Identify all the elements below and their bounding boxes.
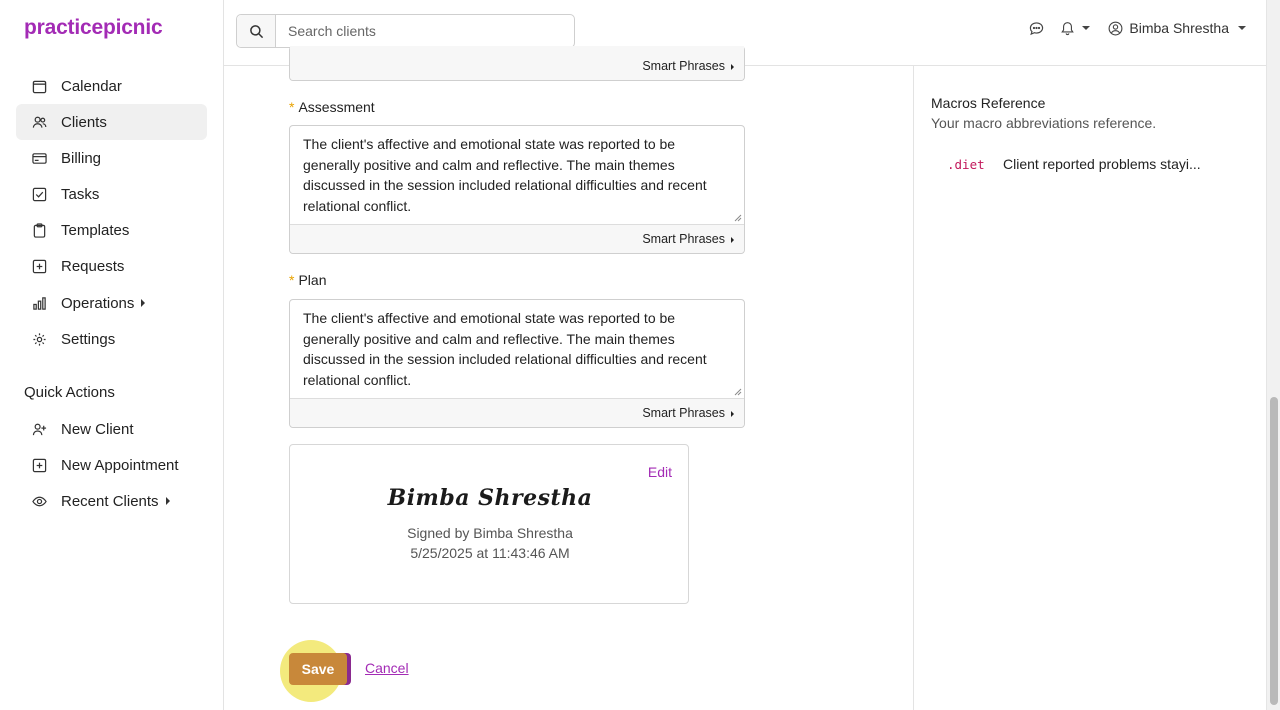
plan-field: The client's affective and emotional sta… xyxy=(289,299,745,428)
quick-action-label: New Client xyxy=(61,420,134,438)
previous-field: Smart Phrases xyxy=(289,46,745,81)
credit-card-icon xyxy=(32,151,47,166)
assessment-label: * Assessment xyxy=(289,99,375,115)
sidebar-item-label: Requests xyxy=(61,258,125,276)
assessment-textarea[interactable]: The client's affective and emotional sta… xyxy=(290,126,744,225)
signature-card: Edit Bimba Shrestha Signed by Bimba Shre… xyxy=(289,444,689,604)
chat-bubble-icon xyxy=(1030,21,1044,35)
signature-edit-link[interactable]: Edit xyxy=(648,464,672,480)
user-menu[interactable]: Bimba Shrestha xyxy=(1108,20,1246,36)
bell-icon xyxy=(1061,21,1075,35)
search-icon xyxy=(249,24,263,38)
note-form: Smart Phrases * Assessment The client's a… xyxy=(224,46,913,710)
sidebar-item-calendar[interactable]: Calendar xyxy=(16,68,207,104)
quick-action-new-client[interactable]: New Client xyxy=(16,411,207,447)
sidebar: practicepicnic Calendar Clients Billing … xyxy=(0,0,224,710)
assessment-field: The client's affective and emotional sta… xyxy=(289,125,745,254)
brand-logo[interactable]: practicepicnic xyxy=(24,16,163,40)
required-marker: * xyxy=(289,272,295,288)
smart-phrases-label: Smart Phrases xyxy=(642,232,725,246)
quick-action-label: Recent Clients xyxy=(61,492,159,510)
resize-grip-icon[interactable] xyxy=(734,214,742,222)
page-scrollbar[interactable] xyxy=(1266,0,1280,710)
smart-phrases-label: Smart Phrases xyxy=(642,59,725,73)
smart-phrases-button[interactable]: Smart Phrases xyxy=(290,225,744,253)
signed-by-text: Signed by Bimba Shrestha xyxy=(407,525,573,541)
caret-right-icon xyxy=(731,64,734,70)
caret-right-icon xyxy=(731,411,734,417)
sidebar-item-billing[interactable]: Billing xyxy=(16,140,207,176)
macros-subtitle: Your macro abbreviations reference. xyxy=(931,115,1157,131)
macros-panel: Macros Reference Your macro abbreviation… xyxy=(913,66,1266,710)
sidebar-item-label: Billing xyxy=(61,149,102,167)
plus-square-icon xyxy=(32,458,47,473)
calendar-icon xyxy=(32,79,47,94)
clipboard-icon xyxy=(32,223,47,238)
users-icon xyxy=(32,115,47,130)
sidebar-item-operations[interactable]: Operations xyxy=(16,285,207,321)
sidebar-item-tasks[interactable]: Tasks xyxy=(16,177,207,213)
smart-phrases-button[interactable]: Smart Phrases xyxy=(290,46,744,80)
bar-chart-icon xyxy=(32,296,47,311)
user-circle-icon xyxy=(1108,21,1123,35)
search-button[interactable] xyxy=(237,15,276,47)
macro-item: .diet Client reported problems stayi... xyxy=(947,156,1201,172)
user-plus-icon xyxy=(32,422,47,437)
plan-textarea[interactable]: The client's affective and emotional sta… xyxy=(290,300,744,399)
search-input[interactable] xyxy=(276,15,574,47)
topbar-actions: Bimba Shrestha xyxy=(1015,20,1246,36)
quick-actions: New Client New Appointment Recent Client… xyxy=(16,411,207,520)
caret-down-icon xyxy=(1238,26,1246,30)
sidebar-item-requests[interactable]: Requests xyxy=(16,249,207,285)
save-button[interactable]: Save xyxy=(289,653,347,685)
scrollbar-thumb[interactable] xyxy=(1270,397,1278,705)
messages-button[interactable] xyxy=(1029,21,1044,36)
eye-icon xyxy=(32,494,47,509)
quick-action-recent-clients[interactable]: Recent Clients xyxy=(16,483,207,519)
sidebar-item-label: Tasks xyxy=(61,186,100,204)
checkbox-icon xyxy=(32,187,47,202)
sidebar-item-label: Settings xyxy=(61,330,116,348)
sidebar-item-label: Clients xyxy=(61,113,107,131)
plus-square-icon xyxy=(32,259,47,274)
smart-phrases-label: Smart Phrases xyxy=(642,406,725,420)
smart-phrases-button[interactable]: Smart Phrases xyxy=(290,399,744,427)
main-nav: Calendar Clients Billing Tasks Templates xyxy=(16,68,207,358)
user-name: Bimba Shrestha xyxy=(1129,20,1229,36)
caret-right-icon xyxy=(165,497,170,506)
quick-actions-title: Quick Actions xyxy=(24,384,115,401)
sidebar-item-label: Operations xyxy=(61,294,135,312)
quick-action-label: New Appointment xyxy=(61,456,179,474)
macro-expansion: Client reported problems stayi... xyxy=(1003,156,1201,172)
gear-icon xyxy=(32,332,47,347)
notifications-button[interactable] xyxy=(1060,21,1091,36)
sidebar-item-label: Templates xyxy=(61,222,130,240)
sidebar-item-clients[interactable]: Clients xyxy=(16,104,207,141)
required-marker: * xyxy=(289,99,295,115)
sidebar-item-templates[interactable]: Templates xyxy=(16,213,207,249)
macros-title: Macros Reference xyxy=(931,95,1046,111)
plan-label-text: Plan xyxy=(298,272,327,288)
plan-label: * Plan xyxy=(289,272,326,288)
quick-action-new-appointment[interactable]: New Appointment xyxy=(16,447,207,483)
signed-at-text: 5/25/2025 at 11:43:46 AM xyxy=(410,545,570,561)
assessment-label-text: Assessment xyxy=(298,99,375,115)
signature-image: Bimba Shrestha xyxy=(387,485,593,511)
caret-down-icon xyxy=(1082,26,1091,30)
sidebar-item-settings[interactable]: Settings xyxy=(16,321,207,357)
search-box xyxy=(236,14,575,48)
resize-grip-icon[interactable] xyxy=(734,388,742,396)
cancel-link[interactable]: Cancel xyxy=(365,660,409,676)
macro-abbreviation: .diet xyxy=(947,157,985,172)
caret-right-icon xyxy=(731,237,734,243)
caret-right-icon xyxy=(141,299,146,308)
sidebar-item-label: Calendar xyxy=(61,77,122,95)
